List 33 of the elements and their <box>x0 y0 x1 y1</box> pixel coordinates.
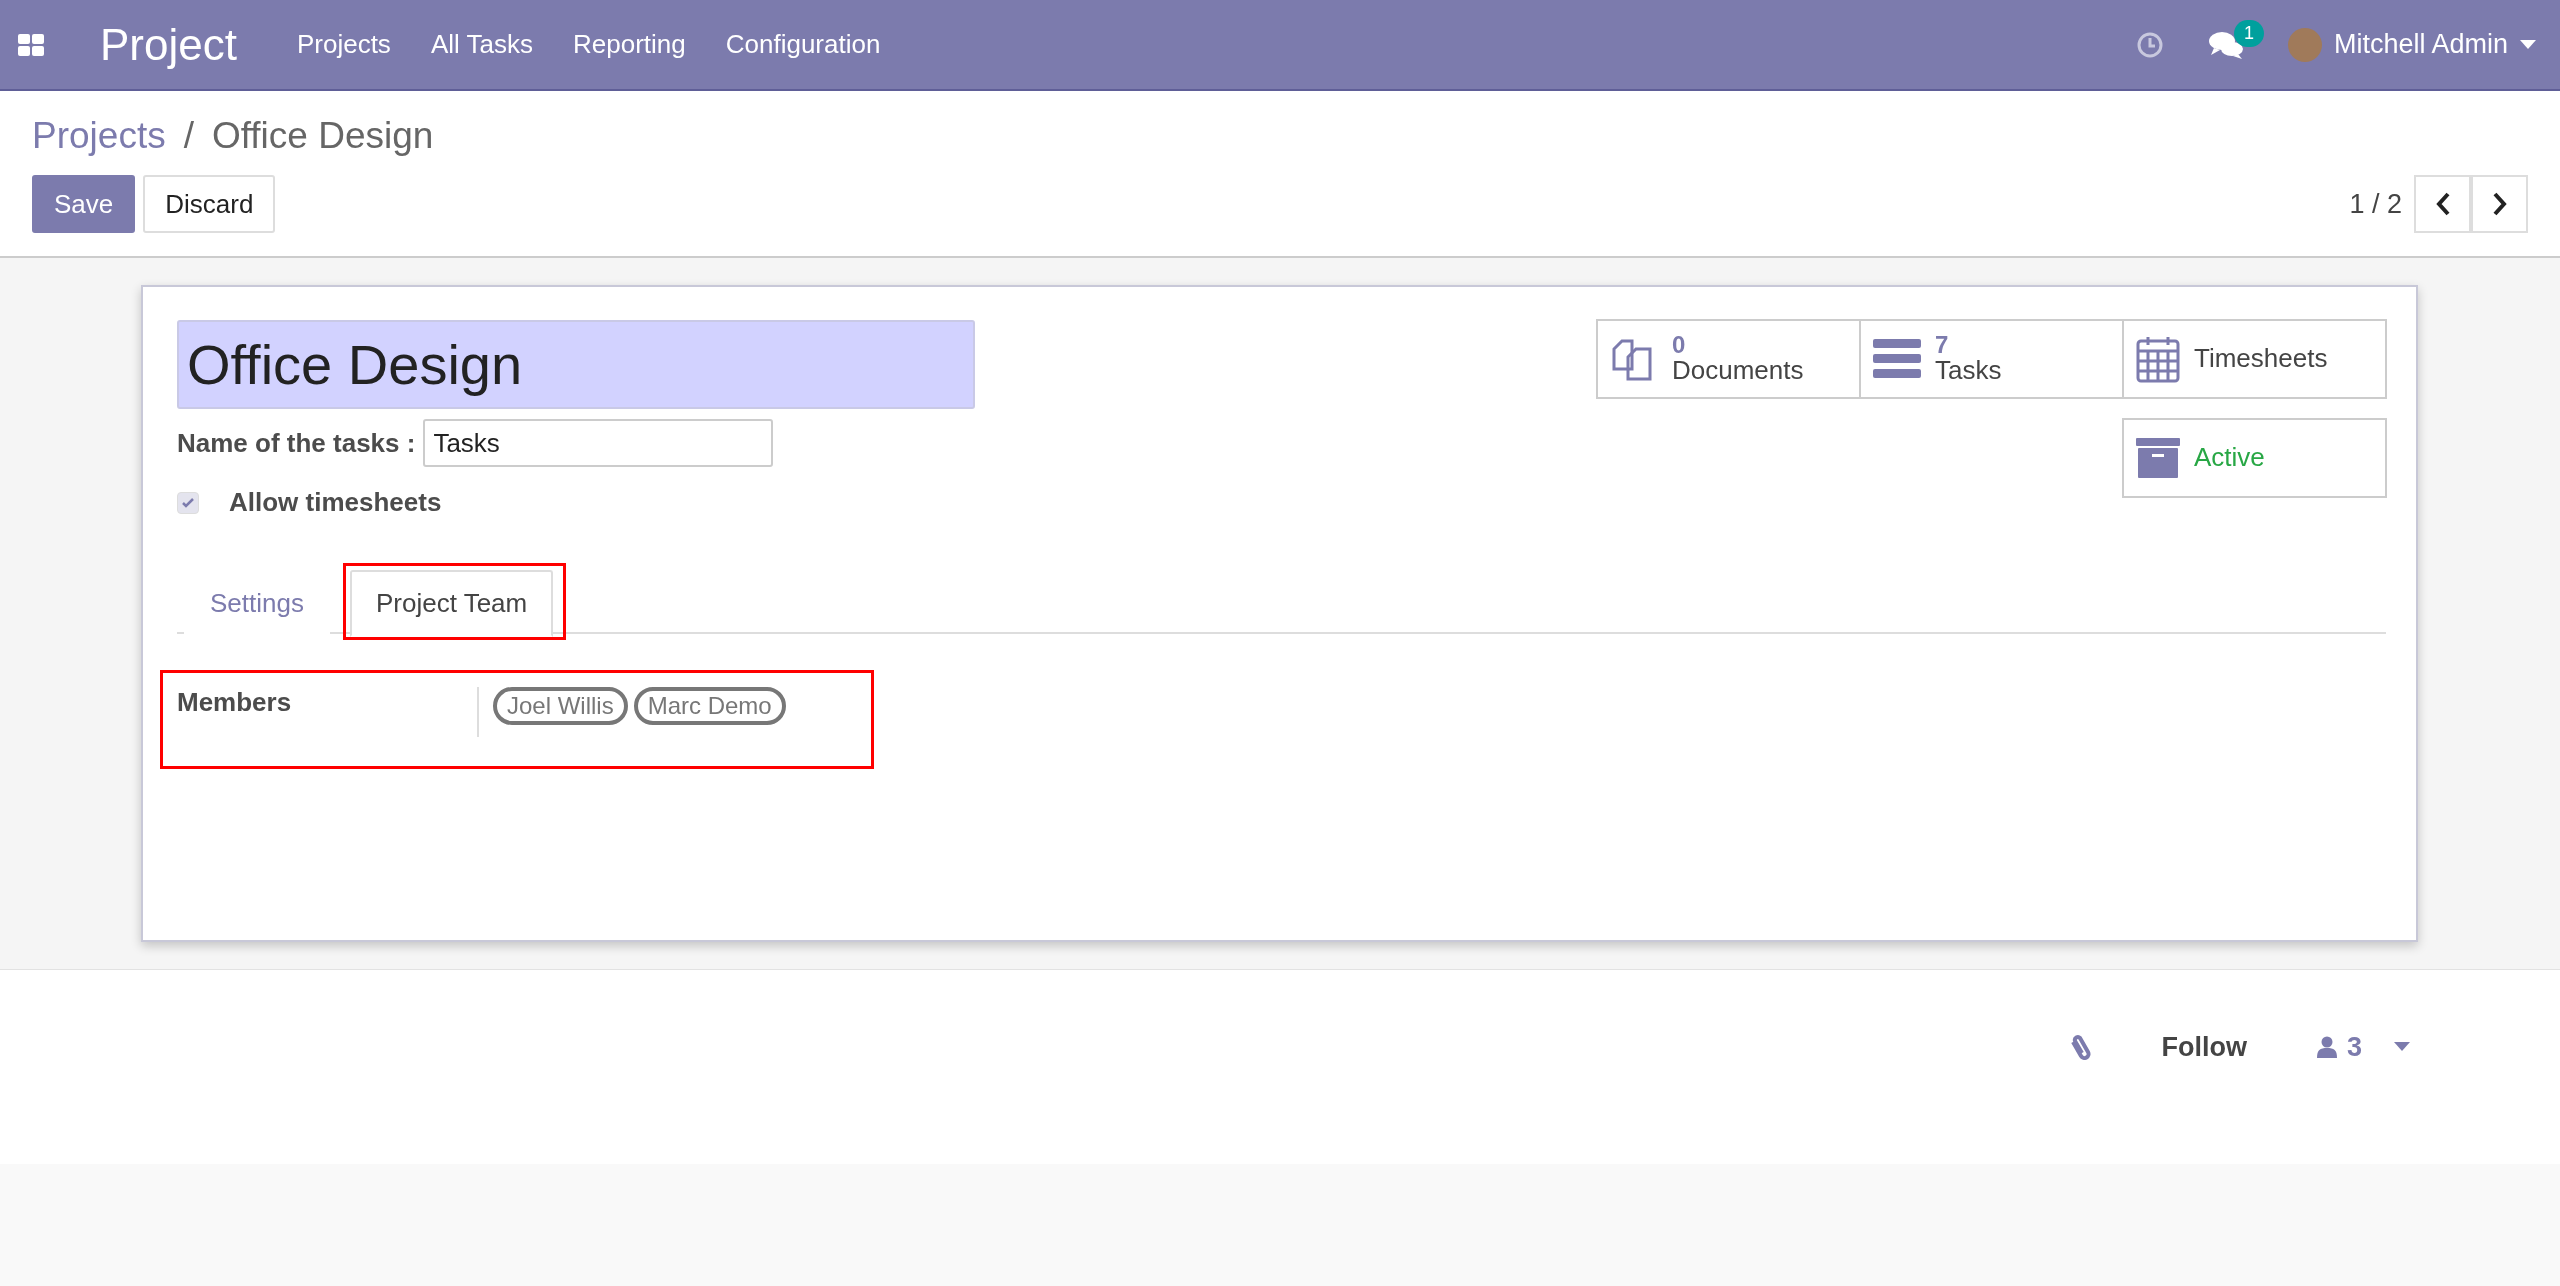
save-button[interactable]: Save <box>32 175 136 233</box>
menu-item[interactable]: Configuration <box>725 29 881 60</box>
field-label: Members <box>177 687 293 719</box>
pager-counter: 1 / 2 <box>2349 188 2402 220</box>
app-title: Project <box>100 19 237 70</box>
tab[interactable]: Project Team <box>349 570 554 637</box>
stat-count: 0 <box>1672 333 1687 358</box>
stat-label: Documents <box>1672 357 1804 385</box>
menu-item[interactable]: All Tasks <box>430 29 533 60</box>
stat-label: Tasks <box>1935 357 2002 385</box>
breadcrumb-separator: / <box>183 115 194 157</box>
input-field[interactable]: Tasks <box>423 419 774 467</box>
stat-count: 7 <box>1935 333 1950 358</box>
breadcrumb-link[interactable]: Projects <box>32 115 166 157</box>
stat-label: Timesheets <box>2194 345 2328 373</box>
user-menu[interactable]: Mitchell Admin <box>2287 27 2536 62</box>
checkbox-label: Allow timesheets <box>229 487 442 518</box>
member-tag[interactable]: Joel Willis <box>493 687 628 725</box>
stat-button[interactable]: 0 Documents <box>1596 319 1861 399</box>
stat-button[interactable]: Active <box>2122 418 2387 498</box>
title-field[interactable]: Office Design <box>177 320 975 409</box>
stat-button[interactable]: Timesheets <box>2122 319 2387 399</box>
menu-item[interactable]: Reporting <box>573 29 686 60</box>
follow-button[interactable]: Follow <box>2161 1031 2247 1063</box>
breadcrumb-current: Office Design <box>211 115 434 157</box>
menu-item[interactable]: Projects <box>296 29 391 60</box>
field-label: Name of the tasks : <box>177 427 416 459</box>
stat-button[interactable]: 7 Tasks <box>1859 319 2124 399</box>
message-count-badge: 1 <box>2233 19 2264 47</box>
discard-button[interactable]: Discard <box>143 175 276 233</box>
member-tag[interactable]: Marc Demo <box>633 687 786 725</box>
stat-label: Active <box>2194 444 2265 472</box>
followers-button[interactable]: 3 <box>2316 1031 2410 1063</box>
